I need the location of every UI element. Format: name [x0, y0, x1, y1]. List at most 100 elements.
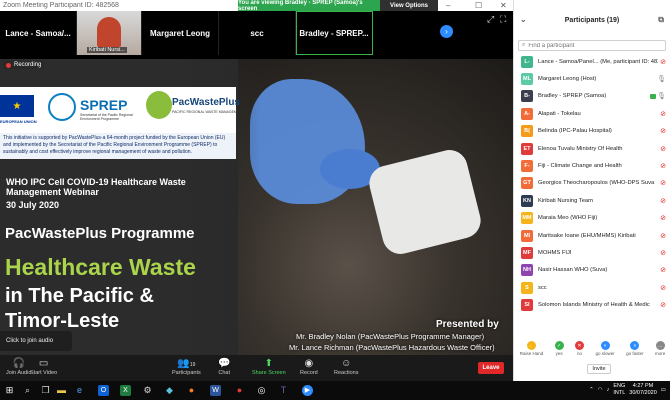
video-tile[interactable]: Lance - Samoa/...	[0, 11, 77, 55]
view-options-button[interactable]: View Options	[380, 0, 438, 11]
participant-row[interactable]: Sscc ⊘	[514, 279, 670, 296]
wifi-icon[interactable]: ◠	[598, 387, 603, 393]
microphone-muted-icon: ⊘	[660, 128, 666, 136]
search-input[interactable]	[528, 42, 659, 49]
clock[interactable]: 4:27 PM 30/07/2020	[629, 383, 657, 397]
record-label: Record	[300, 370, 318, 376]
record-button[interactable]: ◉ Record	[300, 357, 318, 376]
participants-button[interactable]: 👥19 Participants	[172, 357, 201, 376]
join-audio-button[interactable]: 🎧 Join Audio	[6, 357, 31, 376]
reaction-icon: »	[630, 341, 640, 350]
participants-label: Participants	[172, 370, 201, 376]
keyboard-layout: INTL	[613, 390, 626, 396]
popout-icon[interactable]: ⧉	[658, 15, 664, 25]
avatar: S	[521, 281, 533, 294]
video-tile-speaker[interactable]: Bradley - SPREP...	[296, 11, 373, 55]
file-explorer-icon[interactable]: ▬	[56, 385, 67, 396]
firefox-icon[interactable]: ●	[186, 385, 197, 396]
headphones-icon: 🎧	[12, 358, 25, 369]
video-strip: Lance - Samoa/... Kiribati Nursi... Marg…	[0, 11, 513, 55]
up-chevron-icon[interactable]: ⌃	[589, 387, 594, 393]
teams-icon[interactable]: T	[278, 385, 289, 396]
reactions-button[interactable]: ☺ Reactions	[334, 357, 358, 376]
maximize-icon[interactable]: ☐	[475, 1, 482, 10]
avatar: GT	[521, 177, 533, 190]
participant-list: L- Lance - Samoa/Panel... (Me, participan…	[514, 53, 670, 341]
chat-button[interactable]: 💬 Chat	[218, 357, 230, 376]
microphone-muted-icon: ⊘	[660, 302, 666, 310]
participant-row[interactable]: A- Alapati - Tokelau ⊘	[514, 105, 670, 122]
expand-icon[interactable]: ⤢	[487, 14, 494, 25]
notification-icon[interactable]: ▭	[661, 387, 666, 393]
participant-row[interactable]: F- Fiji - Climate Change and Health ⊘	[514, 157, 670, 174]
participant-name: Alapati - Tokelau	[538, 110, 581, 117]
excel-icon[interactable]: X	[120, 385, 131, 396]
settings-gear-icon[interactable]: ⚙	[142, 385, 153, 396]
video-camera-icon: ▭	[38, 358, 49, 369]
participant-row[interactable]: KN Kiribati Nursing Team ⊘	[514, 192, 670, 209]
edge-browser-icon[interactable]: e	[74, 385, 85, 396]
word-icon[interactable]: W	[210, 385, 221, 396]
microphone-muted-icon: ⊘	[660, 145, 666, 153]
smiley-icon: ☺	[341, 358, 352, 369]
search-icon[interactable]: ⌕	[22, 385, 33, 396]
video-tile[interactable]: Margaret Leong	[142, 11, 219, 55]
webinar-title: WHO IPC Cell COVID-19 Healthcare Waste M…	[6, 177, 186, 197]
language-indicator[interactable]: ENG INTL	[613, 383, 625, 397]
participant-row[interactable]: NH Nasir Hassan WHO (Suva) ⊘	[514, 262, 670, 279]
reaction-button[interactable]: » go faster	[626, 341, 644, 356]
minimize-icon[interactable]: –	[446, 1, 450, 10]
participant-search[interactable]: ⌕	[518, 40, 666, 51]
close-icon[interactable]: ✕	[500, 1, 507, 10]
participant-row[interactable]: GT Georgios Theocharopoulos (WHO-DPS Suva…	[514, 175, 670, 192]
avatar: SI	[521, 299, 533, 312]
chevron-down-icon[interactable]: ⌄	[520, 15, 527, 24]
webinar-date: 30 July 2020	[6, 200, 60, 210]
reaction-icon: ✋	[526, 341, 536, 350]
reaction-button[interactable]: ✋ Raise Hand	[520, 341, 543, 356]
reaction-button[interactable]: ✕ no	[575, 341, 585, 356]
outlook-icon[interactable]: O	[98, 385, 109, 396]
participants-count: 19	[189, 362, 196, 368]
clock-time: 4:27 PM	[632, 383, 654, 389]
participant-row[interactable]: ET Elenoa Tuvalu Ministry Of Health ⊘	[514, 140, 670, 157]
video-tile-active-camera[interactable]: Kiribati Nursi...	[77, 11, 142, 55]
participant-row[interactable]: SI Solomon Islands Ministry of Health & M…	[514, 296, 670, 313]
app-icon[interactable]: ◎	[256, 385, 267, 396]
participant-row[interactable]: MF MOHMS FIJI ⊘	[514, 244, 670, 261]
participant-row[interactable]: B- Bradley - SPREP (Samoa) 🎙	[514, 88, 670, 105]
pacwasteplus-logo-icon	[146, 91, 172, 119]
participant-name: Maraia Meo (WHO Fiji)	[538, 215, 598, 222]
meeting-toolbar: 🎧 Join Audio ▭ Start Video 👥19 Participa…	[0, 355, 513, 381]
app-icon[interactable]: ◆	[164, 385, 175, 396]
microphone-muted-icon: ⊘	[660, 267, 666, 275]
participant-row[interactable]: L- Lance - Samoa/Panel... (Me, participan…	[514, 53, 670, 70]
chrome-icon[interactable]: ●	[234, 385, 245, 396]
reactions-label: Reactions	[334, 370, 359, 376]
chat-label: Chat	[218, 370, 231, 376]
reaction-button[interactable]: «go slower	[595, 341, 615, 356]
share-screen-button[interactable]: ⬆ Share Screen	[252, 357, 286, 376]
video-tile[interactable]: scc	[219, 11, 296, 55]
windows-start-icon[interactable]: ⊞	[4, 385, 15, 396]
tile-name: Margaret Leong	[149, 28, 210, 38]
participant-row[interactable]: B(Belinda (IPC-Palau Hospital) ⊘	[514, 123, 670, 140]
join-audio-tooltip[interactable]: Click to join audio	[0, 331, 72, 351]
participant-row[interactable]: ML Margaret Leong (Host) 🎙	[514, 70, 670, 87]
invite-button[interactable]: Invite	[587, 364, 611, 374]
task-view-icon[interactable]: ❐	[40, 385, 51, 396]
zoom-icon[interactable]: ▶	[302, 385, 313, 396]
reaction-button[interactable]: ✓ yes	[554, 341, 564, 356]
start-video-button[interactable]: ▭ Start Video	[30, 357, 57, 376]
volume-icon[interactable]: ♪	[607, 387, 610, 393]
tile-name: Lance - Samoa/...	[5, 28, 71, 38]
presentation-slide: ★ EUROPEAN UNION SPREP Secretariat of th…	[0, 59, 513, 355]
fullscreen-icon[interactable]: ⛶	[500, 14, 506, 25]
participant-row[interactable]: MI Maritsake Ioane (EHU/MHMS) Kiribati ⊘	[514, 227, 670, 244]
tile-name: Kiribati Nursi...	[87, 47, 127, 53]
participant-row[interactable]: MM Maraia Meo (WHO Fiji) ⊘	[514, 210, 670, 227]
leave-button[interactable]: Leave	[478, 362, 504, 374]
strip-next-button[interactable]: ›	[440, 25, 453, 38]
reaction-label: no	[577, 351, 583, 356]
reaction-button[interactable]: … more	[655, 341, 665, 356]
